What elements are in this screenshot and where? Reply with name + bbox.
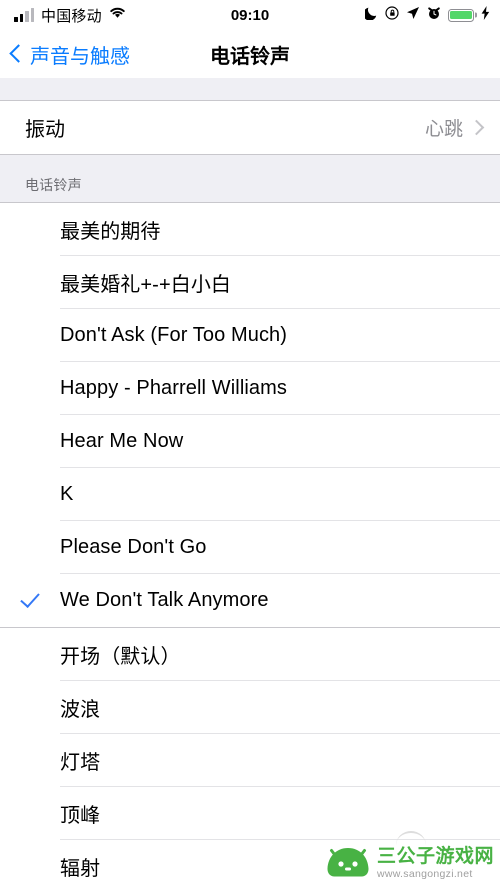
status-bar: 中国移动 09:10	[0, 0, 500, 30]
list-top-spacer	[0, 78, 500, 100]
ringtone-row[interactable]: K	[0, 468, 500, 521]
custom-ringtone-list: 最美的期待最美婚礼+-+白小白 Don't Ask (For Too Much) H…	[0, 203, 500, 627]
system-ringtone-list: 开场（默认） 波浪灯塔顶峰辐射	[0, 628, 500, 889]
ringtone-label: 开场（默认）	[60, 646, 181, 668]
ringtone-label: 灯塔	[60, 752, 101, 774]
ringtone-row[interactable]: We Don't Talk Anymore	[0, 574, 500, 627]
ringtone-label: K	[60, 483, 74, 505]
ringtone-label: 最美婚礼+-+白小白	[60, 274, 232, 296]
navigation-bar: 声音与触感 电话铃声	[0, 30, 500, 78]
ringtone-label: 辐射	[60, 858, 101, 880]
ringtone-label: Happy - Pharrell Williams	[60, 377, 287, 399]
ringtone-row[interactable]: Don't Ask (For Too Much)	[0, 309, 500, 362]
ringtone-label: 波浪	[60, 699, 101, 721]
checkmark-glyph	[20, 587, 40, 609]
ringtone-row[interactable]: 辐射	[0, 840, 500, 889]
moon-icon	[363, 6, 378, 25]
settings-list[interactable]: 振动 心跳 电话铃声 最美的期待最美婚礼+-+白小白 Don't Ask (For…	[0, 78, 500, 889]
ringtone-row[interactable]: Happy - Pharrell Williams	[0, 362, 500, 415]
signal-bars-icon	[14, 7, 34, 22]
vibration-row[interactable]: 振动 心跳	[0, 101, 500, 154]
ringtone-row[interactable]: Hear Me Now	[0, 415, 500, 468]
ringtone-label: We Don't Talk Anymore	[60, 589, 269, 611]
checkmark-icon	[0, 587, 60, 609]
ringtone-row[interactable]: 顶峰	[0, 787, 500, 840]
ringtone-row[interactable]: Please Don't Go	[0, 521, 500, 574]
rotation-lock-icon	[385, 5, 399, 25]
ringtone-row[interactable]: 开场（默认）	[0, 628, 500, 681]
status-bar-right	[363, 5, 490, 25]
ringtone-label: Don't Ask (For Too Much)	[60, 324, 288, 346]
back-button[interactable]: 声音与触感	[9, 40, 130, 69]
vibration-value: 心跳	[424, 119, 463, 140]
chevron-right-icon	[468, 119, 485, 136]
ringtone-row[interactable]: 波浪	[0, 681, 500, 734]
location-arrow-icon	[406, 6, 420, 25]
ringtone-label: Please Don't Go	[60, 536, 207, 558]
ringtone-label: 顶峰	[60, 805, 101, 827]
ringtone-label: Hear Me Now	[60, 430, 184, 452]
chevron-left-icon	[9, 44, 28, 63]
status-bar-left: 中国移动	[14, 5, 126, 26]
ringtone-row[interactable]: 灯塔	[0, 734, 500, 787]
alarm-clock-icon	[427, 6, 441, 25]
ringtone-label: 最美的期待	[60, 221, 161, 243]
lightning-bolt-icon	[481, 5, 490, 25]
phone-screen: 中国移动 09:10 声音与触感 电话铃声 振动 心跳 电话铃声 最美的期待 最…	[0, 0, 500, 889]
vibration-group: 振动 心跳	[0, 100, 500, 155]
ringtone-row[interactable]: 最美婚礼+-+白小白	[0, 256, 500, 309]
carrier-label: 中国移动	[41, 7, 102, 25]
wifi-icon	[109, 6, 126, 24]
ringtone-row[interactable]: 最美的期待	[0, 203, 500, 256]
battery-icon	[448, 8, 474, 22]
ringtone-group: 最美的期待最美婚礼+-+白小白 Don't Ask (For Too Much) H…	[0, 202, 500, 889]
ringtone-section-header: 电话铃声	[0, 155, 500, 202]
vibration-label: 振动	[25, 119, 65, 141]
back-button-label: 声音与触感	[30, 45, 130, 68]
